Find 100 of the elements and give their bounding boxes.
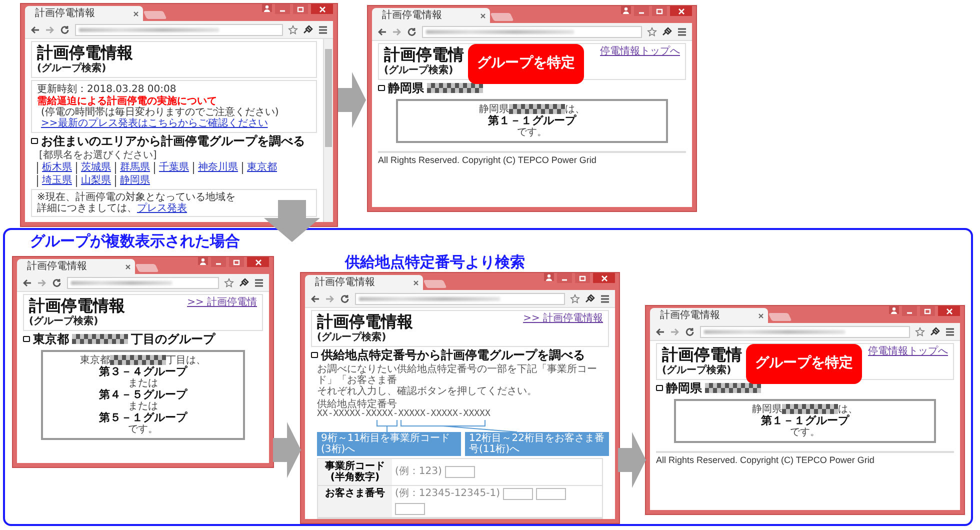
prefecture-link[interactable]: 千葉県 — [154, 162, 193, 174]
star-icon[interactable] — [224, 278, 234, 288]
back-icon[interactable] — [377, 26, 387, 36]
star-icon[interactable] — [570, 294, 580, 304]
user-icon[interactable] — [621, 6, 631, 14]
menu-icon[interactable] — [945, 326, 955, 336]
reload-icon[interactable] — [340, 294, 350, 304]
prefecture-link[interactable]: 茨城県 — [76, 162, 115, 174]
page-title: 計画停電情 — [384, 46, 464, 64]
top-link[interactable]: >> 計画停電情報 — [523, 313, 603, 324]
instruction-text: お調べになりたい供給地点特定番号の一部を下記「事業所コード」「お客さま番 — [317, 364, 598, 386]
extension-icon[interactable] — [239, 278, 249, 288]
callout-label: グループを特定 — [468, 44, 584, 84]
user-icon[interactable] — [889, 306, 899, 314]
close-icon — [600, 274, 608, 282]
close-button[interactable] — [311, 4, 333, 14]
result-text: 第１－１グループ — [488, 114, 576, 127]
close-button[interactable] — [593, 273, 615, 283]
close-button[interactable] — [938, 306, 960, 316]
section-heading: 供給地点特定番号から計画停電グループを調べる — [321, 348, 585, 362]
browser-tab[interactable]: 計画停電情報 — [25, 6, 143, 21]
top-link[interactable]: 停電情報トップへ — [600, 46, 680, 57]
prefecture-prompt: [都県名をお選びください] — [38, 150, 158, 161]
close-tab-icon[interactable] — [480, 12, 486, 18]
extension-icon[interactable] — [662, 26, 672, 36]
result-text: 丁目は、 — [166, 354, 206, 366]
extension-icon[interactable] — [930, 326, 940, 336]
star-icon[interactable] — [647, 26, 657, 36]
menu-icon[interactable] — [600, 294, 610, 304]
prefecture-link[interactable]: 静岡県 — [115, 174, 154, 187]
hint-label: 12桁目～22桁目をお客さま番号(11桁)へ — [465, 432, 609, 456]
user-icon[interactable] — [544, 273, 554, 281]
flow-arrow — [273, 420, 301, 480]
menu-icon[interactable] — [318, 24, 328, 34]
result-text: です。 — [128, 424, 158, 436]
minimize-button[interactable] — [211, 257, 226, 267]
back-icon[interactable] — [22, 278, 32, 288]
page-subtitle: (グループ検索) — [29, 316, 100, 327]
close-tab-icon[interactable] — [413, 280, 419, 286]
extension-icon[interactable] — [303, 24, 313, 34]
footnote-text: ※現在、計画停電の対象となっている地域を — [37, 192, 236, 203]
press-link[interactable]: >>最新のプレス発表はこちらからご確認ください — [37, 118, 311, 129]
scrollbar[interactable] — [323, 39, 333, 222]
press-link[interactable]: プレス発表 — [137, 202, 187, 214]
square-bullet-icon — [31, 138, 38, 144]
top-link[interactable]: 停電情報トップへ — [868, 346, 948, 357]
prefecture-link[interactable]: 山梨県 — [76, 174, 115, 187]
input-field[interactable] — [503, 488, 534, 500]
prefecture-link[interactable]: 埼玉県 — [37, 174, 76, 187]
browser-tab[interactable]: 計画停電情報 — [17, 259, 135, 274]
maximize-icon — [655, 8, 664, 14]
close-icon — [676, 8, 686, 14]
browser-tab[interactable]: 計画停電情報 — [372, 8, 490, 23]
close-tab-icon[interactable] — [133, 10, 139, 16]
reload-icon[interactable] — [52, 278, 62, 288]
minimize-button[interactable] — [902, 306, 917, 316]
minimize-button[interactable] — [557, 273, 572, 283]
maximize-button[interactable] — [575, 273, 590, 283]
minimize-button[interactable] — [275, 4, 290, 14]
alert-text: 需給逼迫による計画停電の実施について — [37, 96, 217, 107]
close-button[interactable] — [670, 6, 692, 16]
maximize-button[interactable] — [293, 4, 308, 14]
close-tab-icon[interactable] — [758, 312, 764, 318]
section-heading: 静岡県 — [666, 382, 702, 395]
page-subtitle: (グループ検索) — [317, 332, 388, 343]
star-icon[interactable] — [915, 326, 925, 336]
close-button[interactable] — [247, 257, 269, 267]
reload-icon[interactable] — [685, 326, 695, 336]
top-link[interactable]: >> 計画停電情 — [187, 297, 257, 308]
prefecture-link[interactable]: 神奈川県 — [193, 162, 242, 174]
input-field[interactable] — [395, 502, 425, 515]
input-field[interactable] — [444, 466, 475, 478]
page-title: 計画停電情 — [662, 346, 742, 364]
star-icon[interactable] — [288, 24, 298, 34]
browser-tab[interactable]: 計画停電情報 — [650, 308, 768, 323]
reload-icon[interactable] — [60, 24, 70, 34]
prefecture-link[interactable]: 栃木県 — [37, 162, 76, 174]
back-icon[interactable] — [655, 326, 665, 336]
maximize-button[interactable] — [229, 257, 244, 267]
example-text: (例：123) — [395, 466, 442, 478]
maximize-button[interactable] — [920, 306, 935, 316]
extension-icon[interactable] — [585, 294, 595, 304]
result-text: 第１－１グループ — [761, 414, 849, 427]
close-tab-icon[interactable] — [125, 264, 131, 270]
minimize-button[interactable] — [634, 6, 649, 16]
prefecture-link[interactable]: 東京都 — [242, 162, 281, 174]
reload-icon[interactable] — [407, 26, 417, 36]
input-field[interactable] — [536, 488, 566, 500]
user-icon[interactable] — [262, 4, 272, 12]
page-title: 計画停電情報 — [29, 297, 125, 315]
menu-icon[interactable] — [677, 26, 687, 36]
back-icon[interactable] — [310, 294, 320, 304]
user-icon[interactable] — [198, 257, 208, 265]
browser-tab[interactable]: 計画停電情報 — [305, 275, 423, 290]
maximize-icon — [296, 6, 305, 12]
maximize-button[interactable] — [652, 6, 667, 16]
back-icon[interactable] — [30, 24, 40, 34]
prefecture-link[interactable]: 群馬県 — [115, 162, 154, 174]
copyright-text: All Rights Reserved. Copyright (C) TEPCO Power Grid — [378, 150, 686, 166]
menu-icon[interactable] — [254, 278, 264, 288]
